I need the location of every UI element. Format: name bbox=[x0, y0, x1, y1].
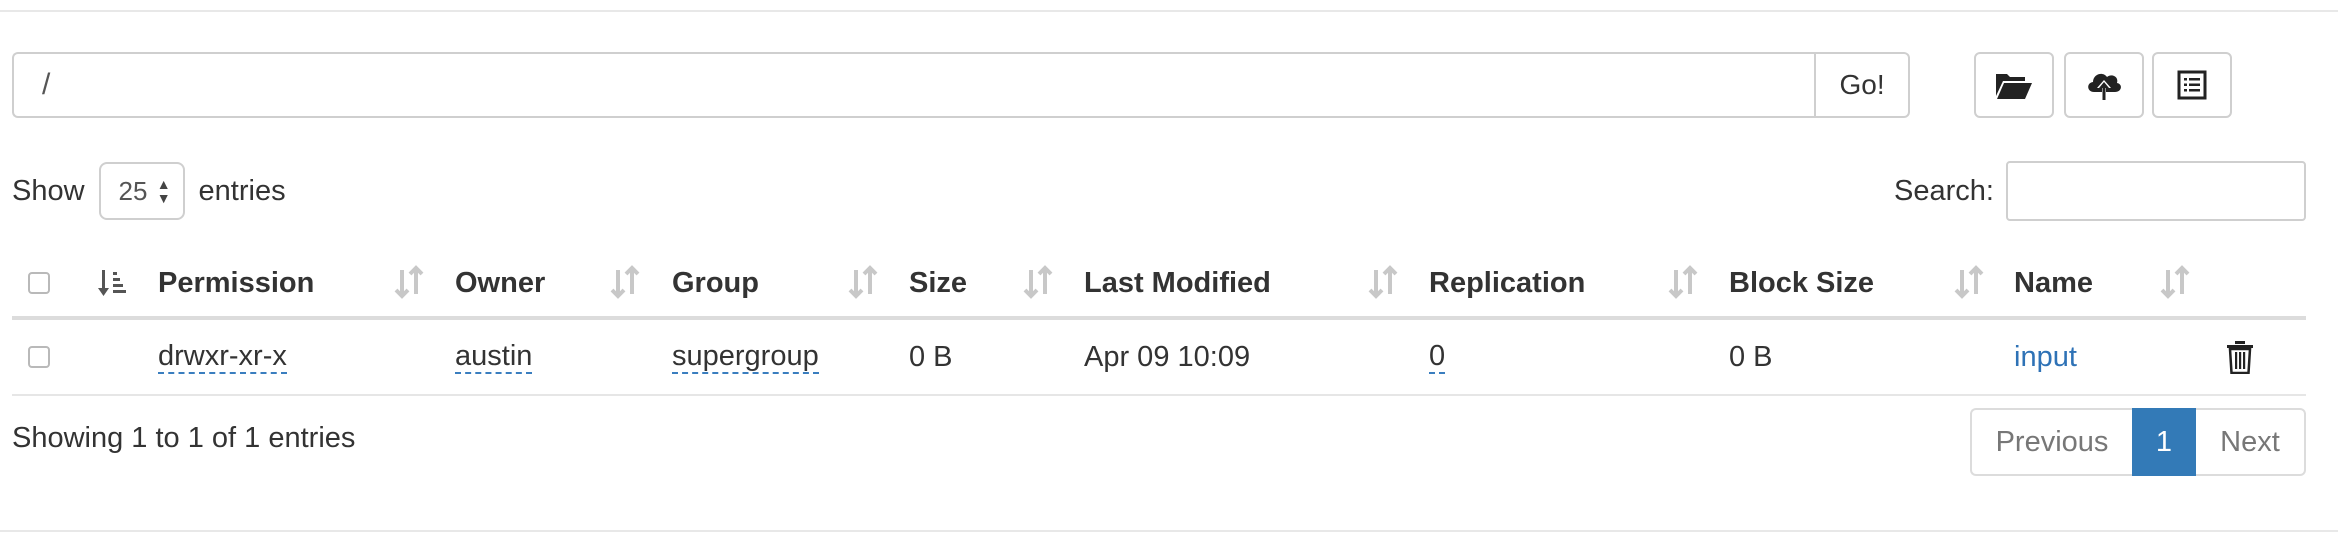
go-button[interactable]: Go! bbox=[1814, 52, 1910, 118]
sort-icon[interactable] bbox=[394, 264, 424, 300]
search-input[interactable] bbox=[2006, 161, 2306, 221]
col-block-size[interactable]: Block Size bbox=[1729, 250, 1874, 316]
sort-ascending-icon bbox=[98, 270, 126, 296]
col-owner[interactable]: Owner bbox=[455, 250, 545, 316]
cell-replication: 0 bbox=[1429, 320, 1446, 394]
cell-group: supergroup bbox=[672, 320, 819, 394]
upload-button[interactable] bbox=[2064, 52, 2144, 118]
select-arrows-icon: ▲ ▼ bbox=[156, 176, 171, 206]
replication-value[interactable]: 0 bbox=[1429, 340, 1446, 374]
row-checkbox[interactable] bbox=[28, 346, 50, 368]
entries-select-value: 25 bbox=[118, 175, 148, 206]
row-select-cell bbox=[28, 320, 50, 394]
list-icon bbox=[2177, 70, 2207, 100]
search-box: Search: bbox=[1894, 160, 2338, 222]
permission-value[interactable]: drwxr-xr-x bbox=[158, 340, 287, 374]
sort-asc-indicator[interactable] bbox=[98, 250, 126, 316]
select-all-cell bbox=[28, 250, 50, 316]
sort-icon[interactable] bbox=[1368, 264, 1398, 300]
cell-last-modified: Apr 09 10:09 bbox=[1084, 340, 1251, 373]
sort-icon[interactable] bbox=[1668, 264, 1698, 300]
previous-page-button[interactable]: Previous bbox=[1970, 408, 2132, 476]
cell-owner: austin bbox=[455, 320, 533, 394]
table-info: Showing 1 to 1 of 1 entries bbox=[12, 422, 356, 454]
sort-icon[interactable] bbox=[1023, 264, 1053, 300]
entries-label: entries bbox=[198, 174, 286, 207]
view-toggle-button[interactable] bbox=[2152, 52, 2232, 118]
select-all-checkbox[interactable] bbox=[28, 272, 50, 294]
delete-button[interactable] bbox=[2226, 320, 2254, 394]
group-value[interactable]: supergroup bbox=[672, 340, 819, 374]
sort-icon[interactable] bbox=[1954, 264, 1984, 300]
cell-permission: drwxr-xr-x bbox=[158, 320, 287, 394]
cell-block-size: 0 B bbox=[1729, 340, 1773, 373]
sort-icon[interactable] bbox=[848, 264, 878, 300]
path-bar: Go! bbox=[12, 52, 1910, 118]
col-group[interactable]: Group bbox=[672, 250, 759, 316]
search-label: Search: bbox=[1894, 174, 1994, 207]
col-permission[interactable]: Permission bbox=[158, 250, 314, 316]
folder-open-icon bbox=[1996, 74, 2032, 99]
path-input[interactable] bbox=[12, 52, 1815, 118]
col-replication[interactable]: Replication bbox=[1429, 250, 1585, 316]
show-label: Show bbox=[12, 174, 85, 207]
name-link[interactable]: input bbox=[2014, 341, 2077, 374]
owner-value[interactable]: austin bbox=[455, 340, 533, 374]
trash-icon bbox=[2227, 341, 2253, 374]
page-1-button[interactable]: 1 bbox=[2132, 408, 2196, 476]
entries-length: Show 25 ▲ ▼ entries bbox=[12, 160, 286, 222]
table-header: Permission Owner Group Size Last Modifie… bbox=[12, 250, 2306, 320]
top-divider bbox=[0, 10, 2338, 12]
col-last-modified[interactable]: Last Modified bbox=[1084, 250, 1271, 316]
entries-select[interactable]: 25 ▲ ▼ bbox=[98, 162, 185, 220]
bottom-divider bbox=[0, 530, 2338, 532]
pagination: Previous 1 Next bbox=[1970, 408, 2306, 476]
next-page-button[interactable]: Next bbox=[2196, 408, 2306, 476]
create-directory-button[interactable] bbox=[1974, 52, 2054, 118]
table-row: drwxr-xr-x austin supergroup 0 B Apr 09 … bbox=[12, 320, 2306, 396]
cell-size: 0 B bbox=[909, 340, 953, 373]
sort-icon[interactable] bbox=[2160, 264, 2190, 300]
cloud-upload-icon bbox=[2088, 73, 2121, 101]
sort-icon[interactable] bbox=[610, 264, 640, 300]
cell-name: input bbox=[2014, 320, 2077, 394]
col-size[interactable]: Size bbox=[909, 250, 967, 316]
col-name[interactable]: Name bbox=[2014, 250, 2093, 316]
